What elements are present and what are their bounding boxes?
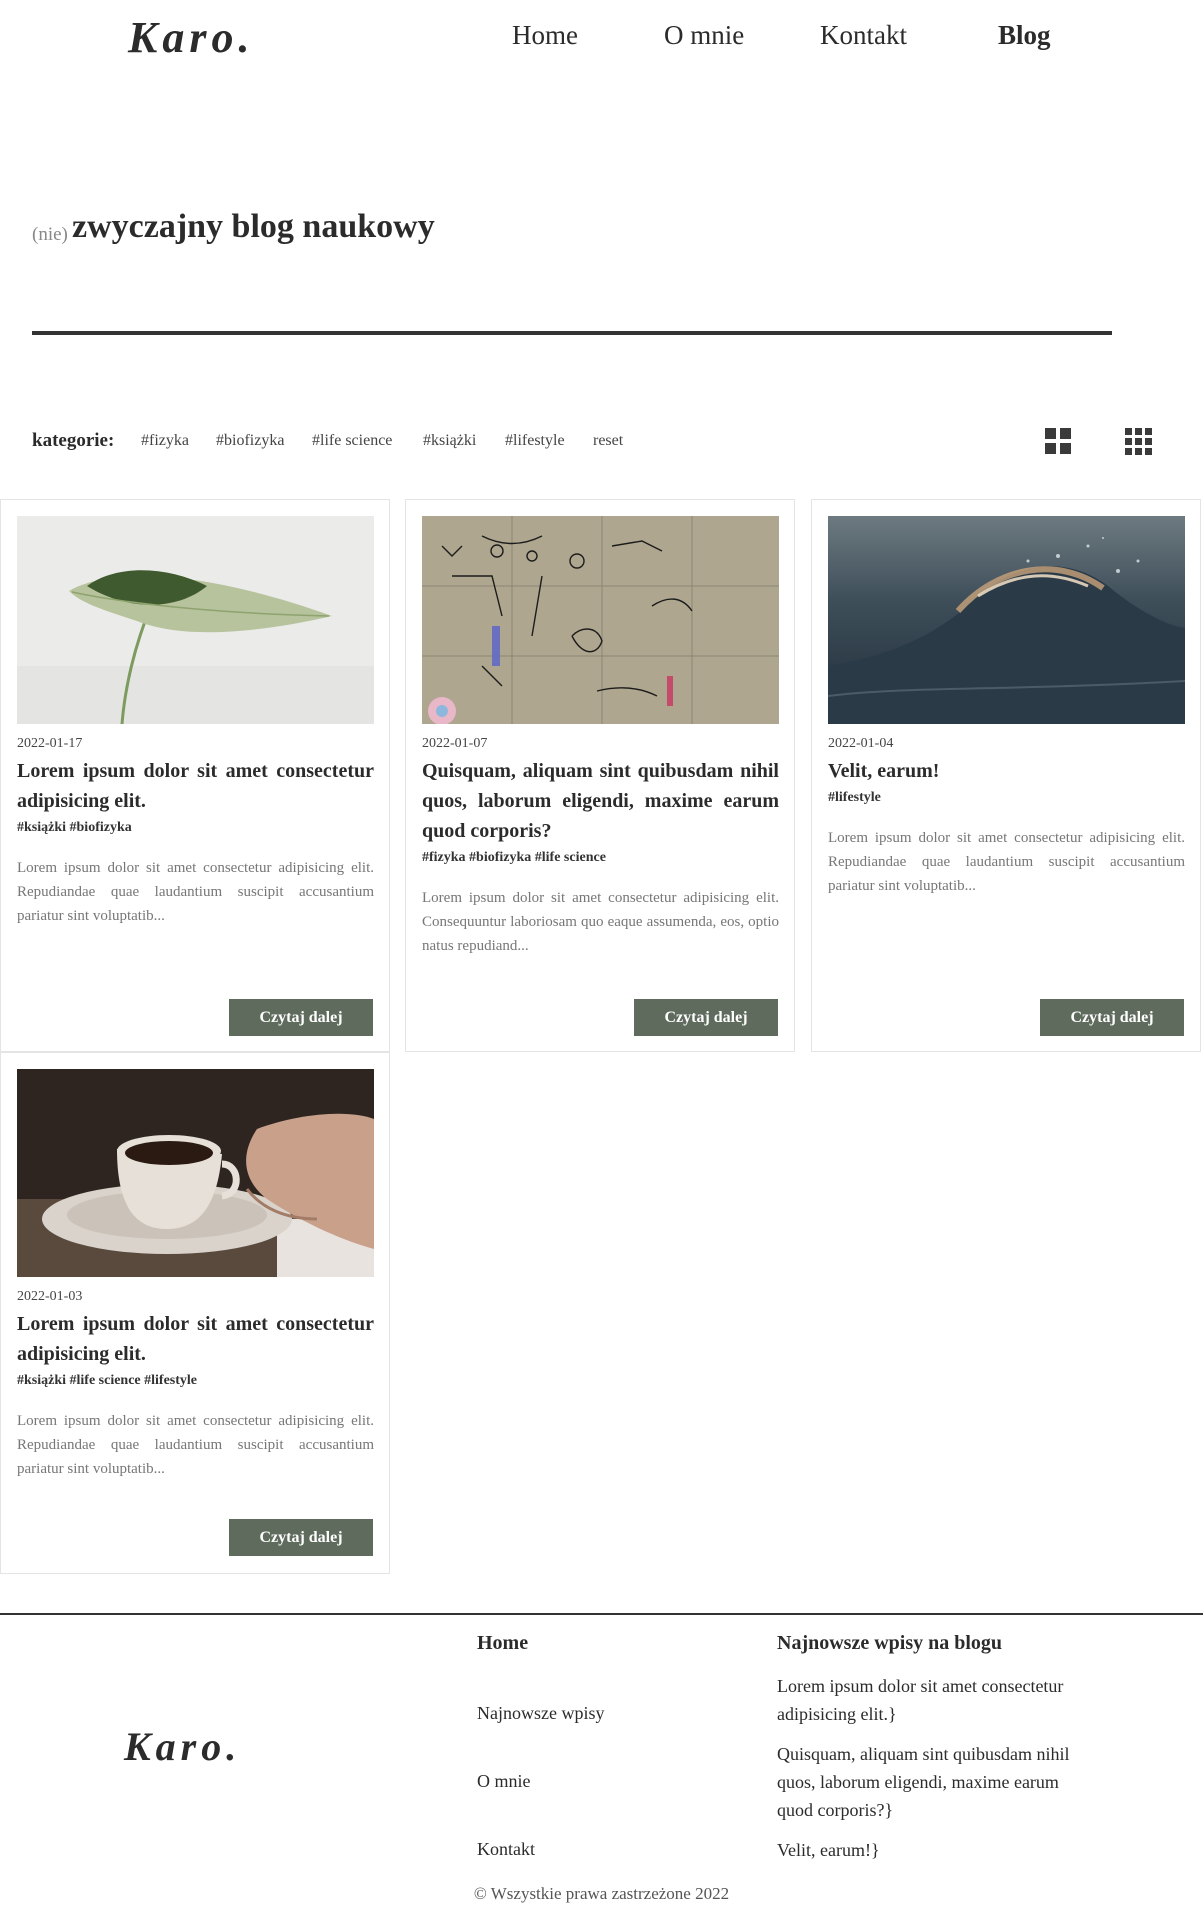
grid-2-columns-icon[interactable] — [1045, 428, 1071, 454]
footer-link-about[interactable]: O mnie — [477, 1771, 531, 1792]
footer-recent-post[interactable]: Quisquam, aliquam sint quibusdam nihil q… — [777, 1740, 1097, 1824]
post-card: 2022-01-17 Lorem ipsum dolor sit amet co… — [0, 499, 390, 1052]
footer-link-home[interactable]: Home — [477, 1632, 528, 1655]
post-date: 2022-01-07 — [422, 736, 488, 751]
nav-contact[interactable]: Kontakt — [820, 20, 907, 51]
category-label: kategorie: — [32, 430, 115, 451]
post-excerpt: Lorem ipsum dolor sit amet consectetur a… — [17, 860, 374, 924]
post-excerpt: Lorem ipsum dolor sit amet consectetur a… — [17, 1413, 374, 1477]
post-card: 2022-01-03 Lorem ipsum dolor sit amet co… — [0, 1052, 390, 1574]
post-title[interactable]: Lorem ipsum dolor sit amet consectetur a… — [17, 756, 374, 816]
post-image-lab-whiteboard[interactable] — [422, 516, 779, 724]
read-more-button[interactable]: Czytaj dalej — [229, 1519, 373, 1556]
filter-tag-ksiazki[interactable]: #książki — [423, 432, 476, 450]
post-card: 2022-01-04 Velit, earum! #lifestyle Lore… — [811, 499, 1201, 1052]
read-more-button[interactable]: Czytaj dalej — [1040, 999, 1184, 1036]
post-title[interactable]: Quisquam, aliquam sint quibusdam nihil q… — [422, 756, 779, 846]
post-image-wave[interactable] — [828, 516, 1185, 724]
nav-blog[interactable]: Blog — [998, 20, 1051, 51]
post-title[interactable]: Velit, earum! — [828, 756, 1185, 786]
site-logo[interactable]: Karo. — [128, 12, 254, 63]
hero-prefix: (nie) — [32, 224, 68, 245]
filter-reset[interactable]: reset — [593, 432, 623, 450]
post-date: 2022-01-03 — [17, 1289, 83, 1304]
post-card: 2022-01-07 Quisquam, aliquam sint quibus… — [405, 499, 795, 1052]
post-image-coffee[interactable] — [17, 1069, 374, 1277]
post-tags: #lifestyle — [828, 790, 881, 805]
footer-link-contact[interactable]: Kontakt — [477, 1839, 535, 1860]
footer-link-latest[interactable]: Najnowsze wpisy — [477, 1703, 604, 1724]
copyright-text: © Wszystkie prawa zastrzeżone 2022 — [473, 1884, 730, 1903]
post-tags: #książki #life science #lifestyle — [17, 1373, 198, 1388]
read-more-button[interactable]: Czytaj dalej — [634, 999, 778, 1036]
filter-tag-life-science[interactable]: #life science — [312, 432, 392, 450]
filter-tag-fizyka[interactable]: #fizyka — [141, 432, 189, 450]
nav-home[interactable]: Home — [512, 20, 578, 51]
post-date: 2022-01-17 — [17, 736, 83, 751]
post-excerpt: Lorem ipsum dolor sit amet consectetur a… — [828, 830, 1185, 894]
footer-recent-heading: Najnowsze wpisy na blogu — [777, 1632, 1003, 1654]
hero-divider — [32, 331, 1112, 335]
post-title[interactable]: Lorem ipsum dolor sit amet consectetur a… — [17, 1309, 374, 1369]
post-image-leaf[interactable] — [17, 516, 374, 724]
post-date: 2022-01-04 — [828, 736, 894, 751]
footer-recent-post[interactable]: Velit, earum!} — [777, 1836, 1097, 1864]
grid-3-columns-icon[interactable] — [1125, 428, 1152, 455]
footer-divider — [0, 1613, 1203, 1615]
read-more-button[interactable]: Czytaj dalej — [229, 999, 373, 1036]
post-tags: #książki #biofizyka — [17, 820, 132, 835]
post-tags: #fizyka #biofizyka #life science — [422, 850, 606, 865]
nav-about[interactable]: O mnie — [664, 20, 744, 51]
footer-logo[interactable]: Karo. — [124, 1723, 241, 1770]
footer-recent-post[interactable]: Lorem ipsum dolor sit amet consectetur a… — [777, 1672, 1097, 1728]
filter-tag-biofizyka[interactable]: #biofizyka — [216, 432, 284, 450]
post-excerpt: Lorem ipsum dolor sit amet consectetur a… — [422, 890, 779, 954]
filter-tag-lifestyle[interactable]: #lifestyle — [505, 432, 565, 450]
page-title: zwyczajny blog naukowy — [72, 208, 435, 245]
